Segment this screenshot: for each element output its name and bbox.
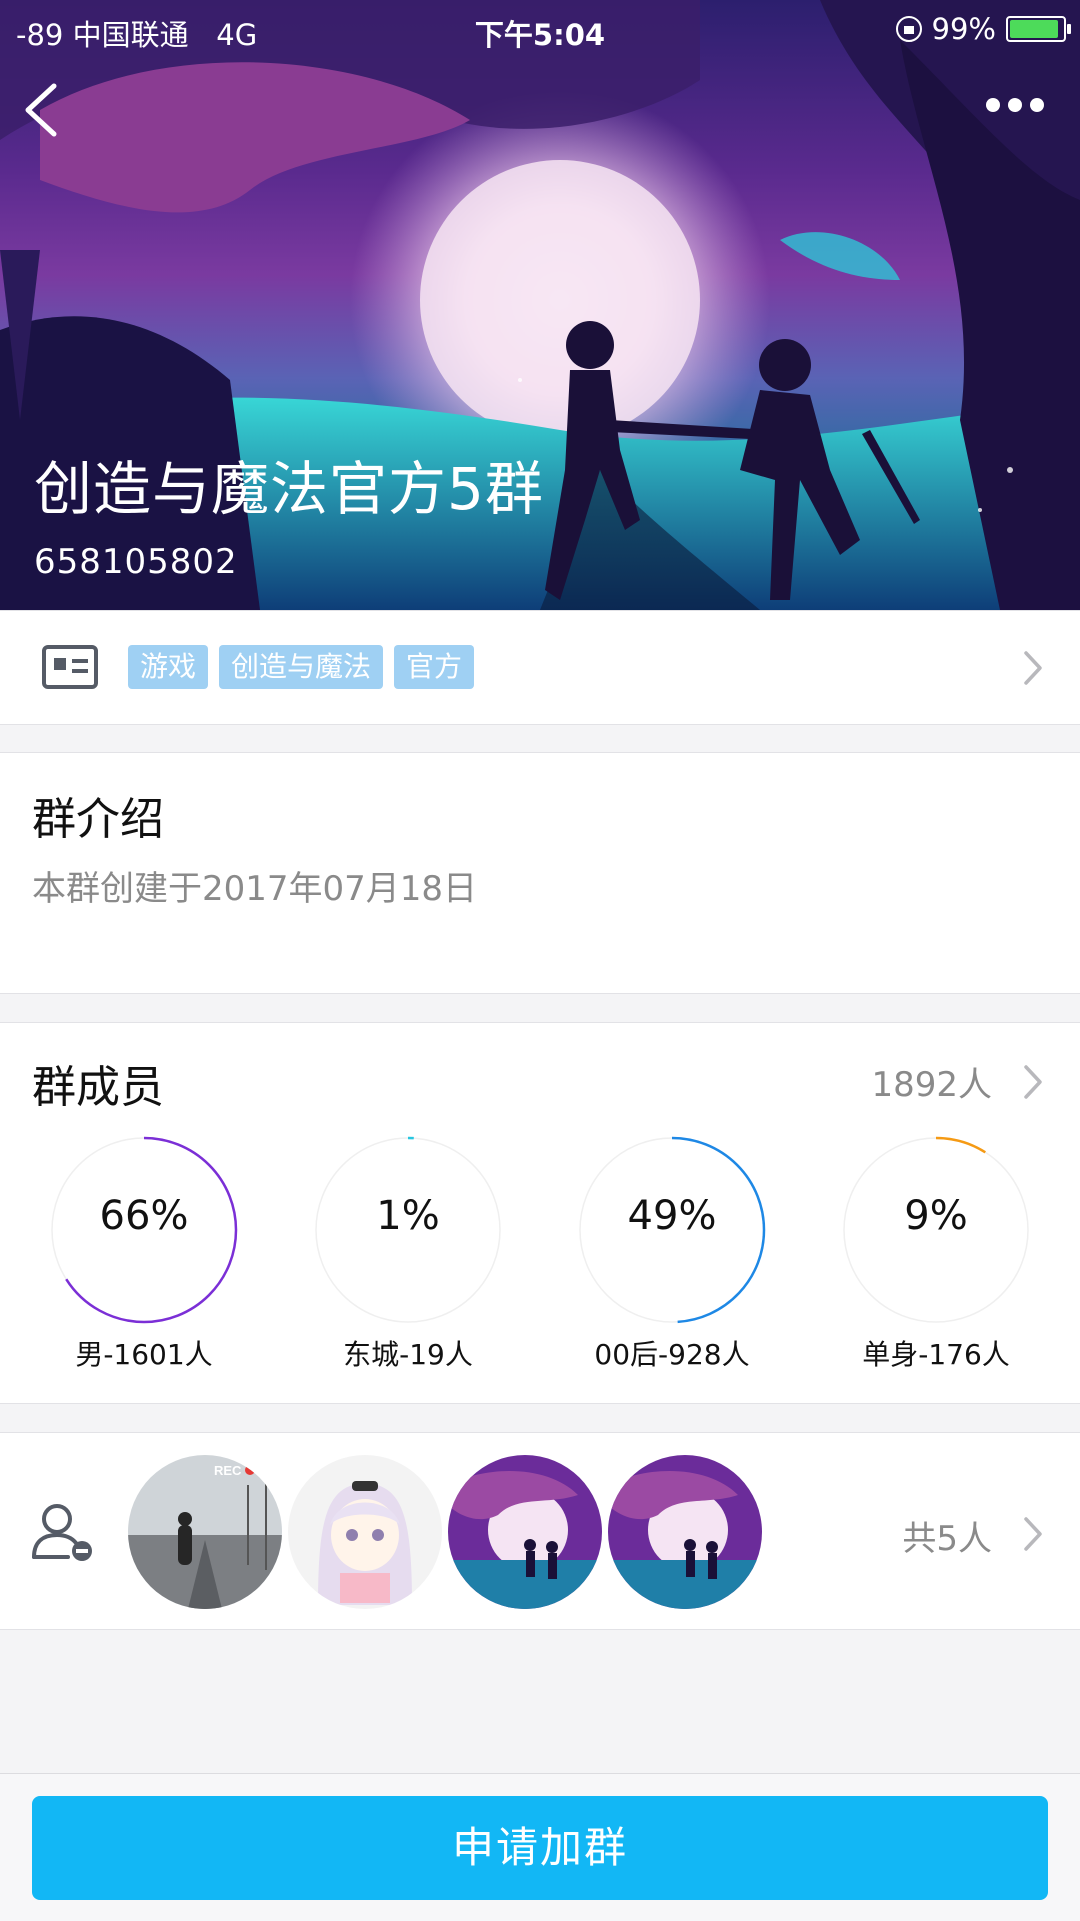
tag-official: 官方 [394, 645, 475, 689]
back-arrow-icon[interactable] [20, 80, 64, 140]
members-title: 群成员 [32, 1062, 164, 1113]
member-avatar[interactable] [288, 1455, 442, 1609]
chevron-right-icon [1024, 1065, 1042, 1099]
member-total: 共5人 [902, 1519, 992, 1559]
bottom-bar: 申请加群 [0, 1773, 1080, 1921]
stat-label: 单身-176人 [862, 1338, 1010, 1371]
tag-game-title: 创造与魔法 [219, 645, 384, 689]
stat-percent: 49% [627, 1193, 717, 1239]
svg-text:REC: REC [214, 1463, 242, 1478]
more-options-icon[interactable] [986, 98, 1044, 112]
chevron-right-icon [1024, 1517, 1042, 1551]
stat-label: 东城-19人 [343, 1338, 473, 1371]
stat-percent: 9% [904, 1193, 968, 1239]
group-members-section[interactable]: 群成员 1892人 66% 男-1601人 1% 东城-19人 49% 00后-… [0, 1022, 1080, 1404]
stat-label: 男-1601人 [75, 1338, 213, 1371]
stat-gender: 66% 男-1601人 [44, 1135, 244, 1373]
group-tags-row[interactable]: 游戏 创造与魔法 官方 [0, 610, 1080, 725]
member-avatar[interactable] [608, 1455, 762, 1609]
member-avatar[interactable]: REC [128, 1455, 282, 1609]
intro-title: 群介绍 [32, 794, 164, 845]
battery-percent: 99% [931, 12, 996, 46]
id-card-icon [42, 645, 98, 689]
chevron-right-icon [1024, 651, 1042, 685]
stat-single: 9% 单身-176人 [836, 1135, 1036, 1373]
stat-label: 00后-928人 [594, 1338, 750, 1371]
member-count: 1892人 [871, 1065, 992, 1105]
tag-list: 游戏 创造与魔法 官方 [128, 645, 475, 689]
group-intro-section: 群介绍 本群创建于2017年07月18日 [0, 752, 1080, 994]
stat-location: 1% 东城-19人 [308, 1135, 508, 1373]
join-group-button[interactable]: 申请加群 [32, 1796, 1048, 1900]
intro-text: 本群创建于2017年07月18日 [32, 869, 478, 909]
member-avatar[interactable] [448, 1455, 602, 1609]
member-icon [32, 1504, 92, 1561]
tag-game: 游戏 [128, 645, 209, 689]
group-name: 创造与魔法官方5群 [34, 455, 544, 523]
group-cover: -89 中国联通 4G 下午5:04 99% 创造与魔法官方5群 6581058… [0, 0, 1080, 610]
member-avatars-row[interactable]: REC 共5人 [0, 1432, 1080, 1630]
status-bar: -89 中国联通 4G 下午5:04 99% [0, 8, 1080, 54]
stat-percent: 66% [99, 1193, 189, 1239]
stat-age: 49% 00后-928人 [572, 1135, 772, 1373]
group-number: 658105802 [34, 542, 238, 582]
battery-icon [1006, 16, 1071, 42]
rotation-lock-icon [895, 16, 922, 42]
stat-percent: 1% [376, 1193, 440, 1239]
